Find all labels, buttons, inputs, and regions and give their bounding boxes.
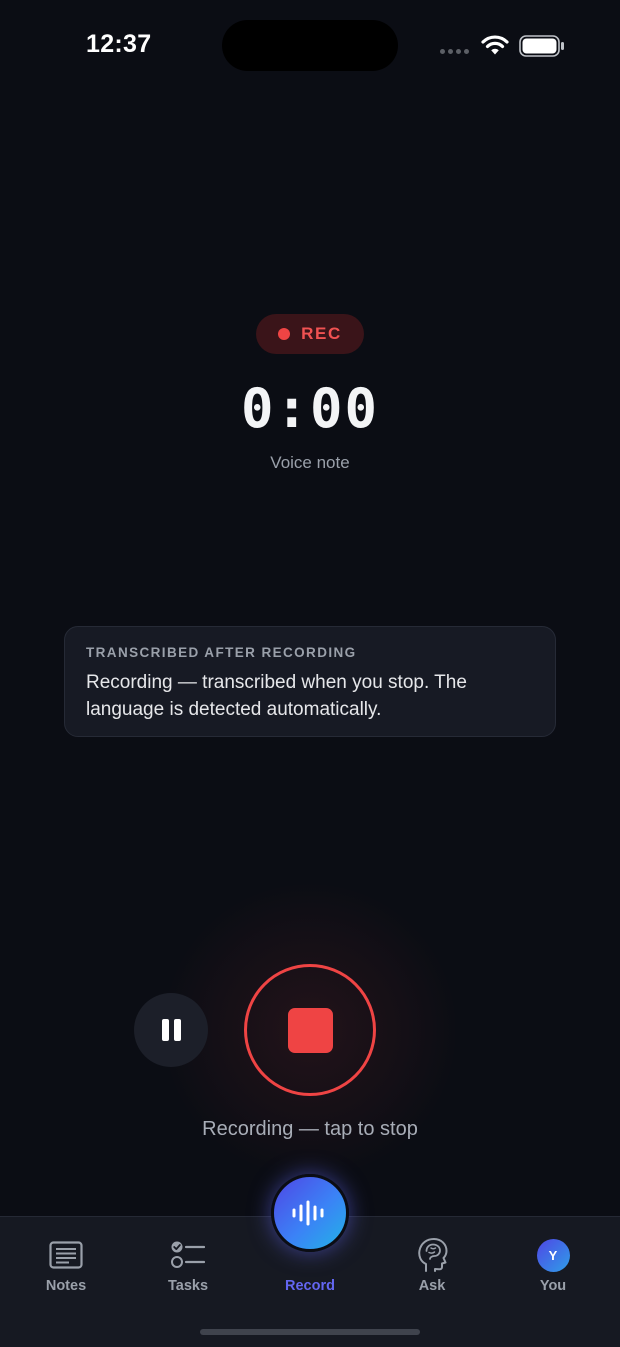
stop-icon [287, 1007, 333, 1053]
recording-subtitle: Voice note [270, 453, 350, 472]
tab-notes[interactable]: Notes [4, 1217, 128, 1307]
avatar: Y [536, 1238, 570, 1272]
dynamic-island [222, 20, 398, 71]
status-time: 12:37 [86, 30, 152, 58]
notes-icon [49, 1241, 83, 1269]
info-card-text: Recording — transcribed when you stop. T… [86, 672, 467, 720]
tasks-icon [171, 1241, 205, 1268]
tab-record-label: Record [285, 1278, 335, 1294]
info-card-title: TRANSCRIBED AFTER RECORDING [86, 645, 357, 660]
home-indicator [200, 1329, 420, 1335]
rec-badge-label: REC [301, 324, 342, 343]
wifi-icon [481, 35, 509, 55]
transcription-info-card: TRANSCRIBED AFTER RECORDING Recording — … [64, 626, 556, 737]
rec-dot-icon [278, 328, 291, 340]
tab-ask-label: Ask [418, 1278, 446, 1294]
tab-you-label: You [539, 1278, 567, 1294]
recording-timer: 0:00 [240, 377, 380, 440]
status-bar: 12:37 [0, 0, 620, 92]
tab-ask[interactable]: Ask [370, 1217, 494, 1307]
tab-tasks-label: Tasks [167, 1278, 209, 1294]
stop-recording-button[interactable] [244, 964, 376, 1096]
signal-dots-icon [440, 49, 469, 54]
tab-notes-label: Notes [45, 1278, 87, 1294]
tab-you[interactable]: Y You [491, 1217, 615, 1307]
rec-badge: REC [256, 314, 364, 354]
waveform-icon [292, 1200, 324, 1226]
battery-icon [519, 35, 564, 57]
pause-button[interactable] [134, 993, 208, 1067]
record-fab-button[interactable] [271, 1174, 349, 1252]
record-hint: Recording — tap to stop [202, 1118, 418, 1140]
audio-waveform [155, 510, 466, 588]
brain-icon [418, 1238, 448, 1272]
tab-tasks[interactable]: Tasks [126, 1217, 250, 1307]
pause-icon [161, 1019, 169, 1041]
